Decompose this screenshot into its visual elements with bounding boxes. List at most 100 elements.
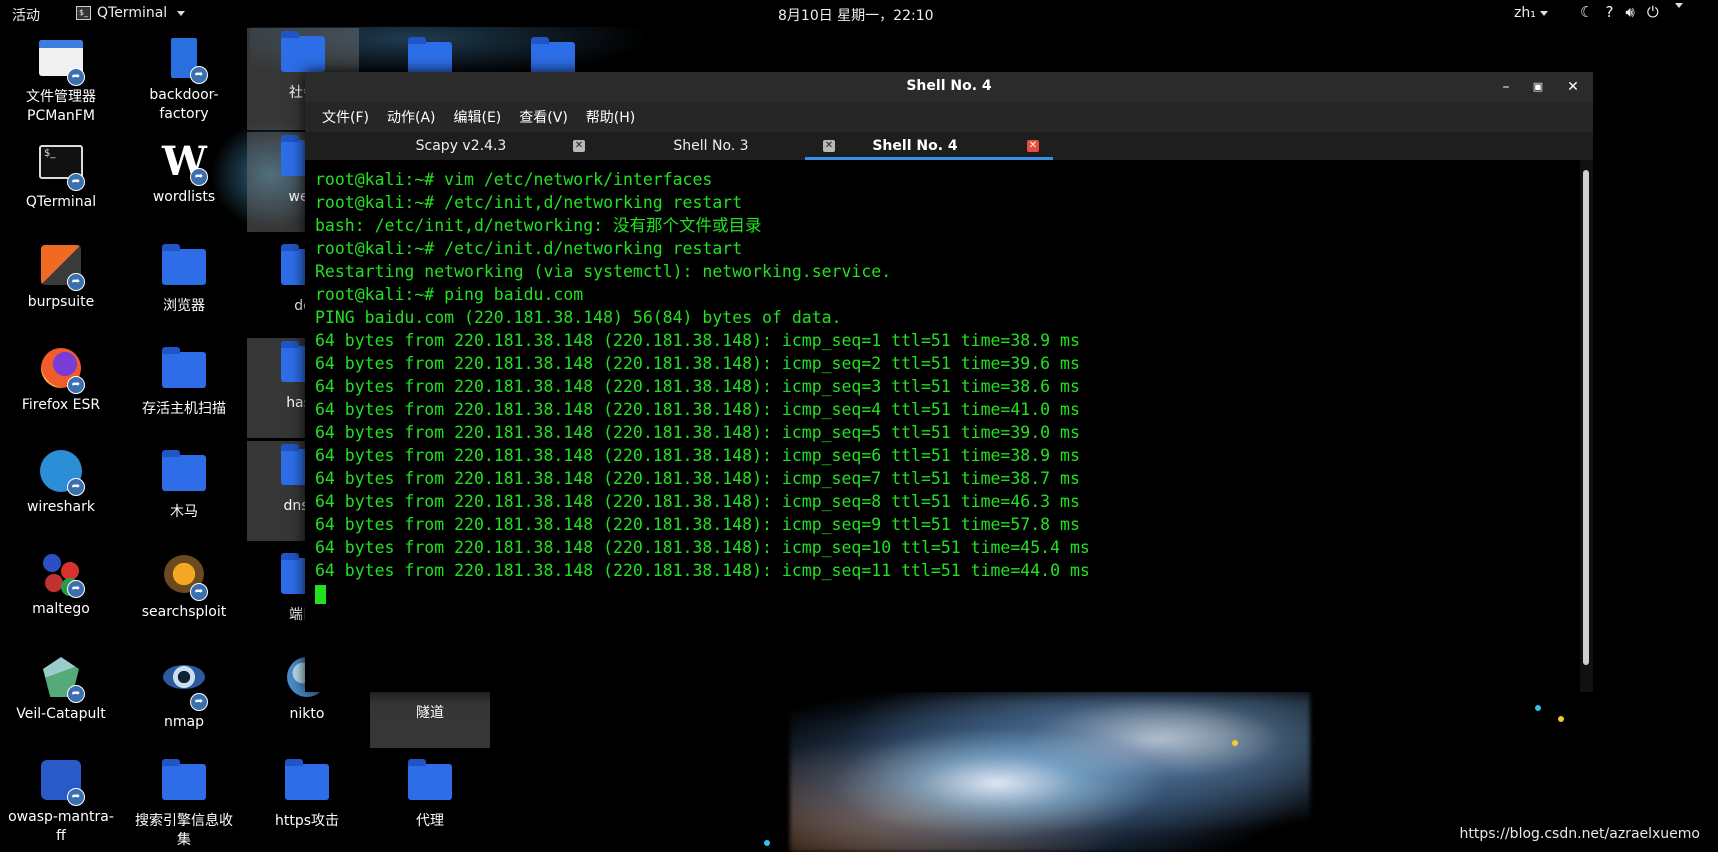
wireshark-icon: ➦ [39,450,85,496]
desktop-icon-label: burpsuite [27,294,95,310]
terminal-line: bash: /etc/init,d/networking: 没有那个文件或目录 [315,216,762,235]
firefox-icon: ➦ [39,348,85,394]
minimize-button[interactable]: – [1496,77,1516,97]
close-tab-icon[interactable]: ✕ [1027,140,1039,152]
desktop-icon-file-manager[interactable]: ➦ 文件管理器 PCManFM [5,36,117,126]
desktop-icon-nmap[interactable]: ➦ nmap [128,655,240,732]
input-method-label: zh₁ [1514,5,1536,21]
desktop-icon-label: nikto [289,706,325,722]
desktop-icon-firefox[interactable]: ➦ Firefox ESR [5,346,117,415]
terminal-line: Restarting networking (via systemctl): n… [315,262,892,281]
chevron-down-icon [1539,10,1548,16]
terminal-line: 64 bytes from 220.181.38.148 (220.181.38… [315,423,1080,442]
tab-shell-4[interactable]: Shell No. 4 ✕ [805,132,1053,160]
terminal-line: PING baidu.com (220.181.38.148) 56(84) b… [315,308,842,327]
desktop-icon-backdoor-factory[interactable]: ➦ backdoor- factory [128,36,240,124]
menu-view[interactable]: 查看(V) [510,107,577,127]
desktop-icon-label: QTerminal [25,194,97,210]
desktop-folder-host-scan[interactable]: 存活主机扫描 [128,346,240,419]
tab-scapy[interactable]: Scapy v2.4.3 ✕ [351,132,599,160]
desktop-icon-wireshark[interactable]: ➦ wireshark [5,449,117,517]
menu-actions[interactable]: 动作(A) [378,107,445,127]
chevron-down-icon [1674,3,1683,8]
shortcut-arrow-icon: ➦ [190,168,208,186]
tab-label: Shell No. 3 [673,138,749,154]
help-icon: ? [1605,3,1614,21]
terminal-window[interactable]: Shell No. 4 – ▣ ✕ 文件(F) 动作(A) 编辑(E) 查看(V… [305,72,1593,692]
close-tab-icon[interactable]: ✕ [573,140,585,152]
desktop-icon-label: Veil-Catapult [16,706,106,722]
window-titlebar[interactable]: Shell No. 4 – ▣ ✕ [305,72,1593,102]
shortcut-arrow-icon: ➦ [67,478,85,496]
close-button[interactable]: ✕ [1563,77,1583,97]
night-light-icon: ☾ [1580,3,1594,21]
wallpaper-glow [790,680,1310,852]
desktop-icon-label: 浏览器 [163,298,205,314]
desktop-icon-searchsploit[interactable]: ➦ searchsploit [128,552,240,622]
input-method-indicator[interactable]: zh₁ [1514,5,1548,21]
scrollbar-thumb[interactable] [1583,170,1589,665]
desktop-icon-wordlists[interactable]: W ➦ wordlists [128,140,240,207]
terminal-line: 64 bytes from 220.181.38.148 (220.181.38… [315,446,1080,465]
menu-help[interactable]: 帮助(H) [577,107,644,127]
wallpaper-spark [1232,740,1238,746]
menu-file[interactable]: 文件(F) [313,107,378,127]
desktop-icon-label: https攻击 [274,813,340,829]
shortcut-arrow-icon: ➦ [67,173,85,191]
terminal-output[interactable]: root@kali:~# vim /etc/network/interfaces… [305,160,1580,692]
folder-icon [408,759,452,808]
desktop-folder-tunnel[interactable]: 隧道 [370,686,490,748]
folder-icon [162,450,206,499]
desktop-icon-label: 代理 [416,813,444,829]
terminal-line: 64 bytes from 220.181.38.148 (220.181.38… [315,469,1080,488]
shortcut-arrow-icon: ➦ [67,580,85,598]
desktop-icon-label: 文件管理器 PCManFM [26,89,96,124]
app-menu[interactable]: $_ QTerminal [76,5,186,21]
activities-button[interactable]: 活动 [12,5,40,25]
terminal-line: 64 bytes from 220.181.38.148 (220.181.38… [315,538,1090,557]
desktop-folder-browser[interactable]: 浏览器 [128,243,240,316]
terminal-line: 64 bytes from 220.181.38.148 (220.181.38… [315,331,1080,350]
desktop-icon-label: owasp-mantra- ff [8,809,114,844]
desktop-icon-burpsuite[interactable]: ➦ burpsuite [5,243,117,312]
terminal-scrollbar[interactable] [1580,160,1593,692]
desktop-folder-proxy[interactable]: 代理 [374,758,486,831]
shortcut-arrow-icon: ➦ [67,68,85,86]
terminal-line: root@kali:~# /etc/init,d/networking rest… [315,193,743,212]
shortcut-arrow-icon: ➦ [67,376,85,394]
shortcut-arrow-icon: ➦ [190,693,208,711]
wallpaper-spark [764,840,770,846]
folder-icon [162,759,206,808]
watermark: https://blog.csdn.net/azraelxuemo [1459,826,1701,842]
desktop-icon-label: 搜索引擎信息收 集 [135,813,233,848]
terminal-cursor-line [315,582,1580,605]
desktop-icon-owasp[interactable]: ➦ owasp-mantra- ff [5,758,117,846]
wordlists-icon: W ➦ [162,138,208,186]
menu-edit[interactable]: 编辑(E) [445,107,511,127]
terminal-line: 64 bytes from 220.181.38.148 (220.181.38… [315,561,1090,580]
volume-icon: 🔊︎ [1625,3,1635,21]
owasp-icon: ➦ [39,760,85,806]
system-tray[interactable]: ☾ ? 🔊︎ ⏻ [1580,3,1683,21]
clock[interactable]: 8月10日 星期一，22:10 [778,5,934,25]
desktop-icon-veil-catapult[interactable]: ➦ Veil-Catapult [5,655,117,724]
wallpaper-spark [1535,705,1541,711]
terminal-line: 64 bytes from 220.181.38.148 (220.181.38… [315,492,1080,511]
desktop-icon-label: 存活主机扫描 [142,401,226,417]
desktop-folder-search-engine[interactable]: 搜索引擎信息收 集 [128,758,240,850]
shortcut-arrow-icon: ➦ [190,583,208,601]
maltego-icon: ➦ [39,552,85,598]
desktop-icon-qterminal[interactable]: $_ ➦ QTerminal [5,140,117,212]
terminal-line: 64 bytes from 220.181.38.148 (220.181.38… [315,377,1080,396]
terminal-cursor [315,585,326,604]
terminal-line: root@kali:~# /etc/init.d/networking rest… [315,239,743,258]
terminal-icon: $_ ➦ [39,145,85,191]
desktop-folder-https[interactable]: https攻击 [251,758,363,831]
desktop-icon-maltego[interactable]: ➦ maltego [5,552,117,619]
desktop-icon-label: backdoor- factory [149,87,219,122]
terminal-line: root@kali:~# ping baidu.com [315,285,584,304]
maximize-button[interactable]: ▣ [1528,77,1548,97]
desktop-folder-trojan[interactable]: 木马 [128,449,240,522]
folder-icon [285,759,329,808]
desktop-icon-label: Firefox ESR [21,397,101,413]
